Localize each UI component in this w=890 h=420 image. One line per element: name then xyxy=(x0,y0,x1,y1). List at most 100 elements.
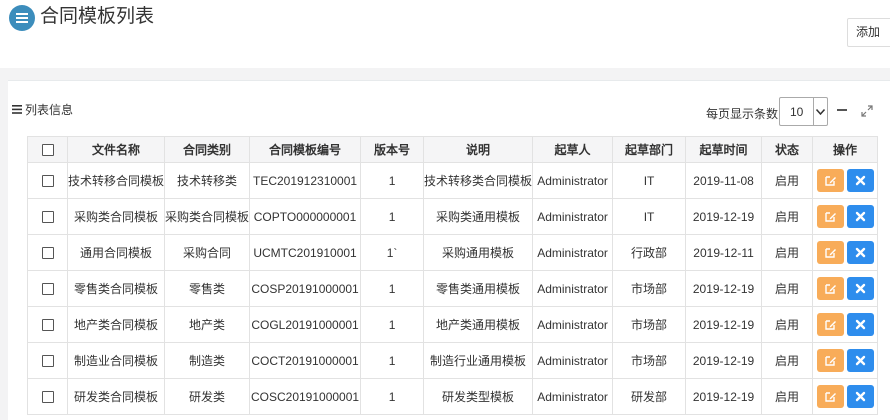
cell-drafter: Administrator xyxy=(532,270,614,307)
cell-description: 制造行业通用模板 xyxy=(423,342,534,379)
edit-icon xyxy=(824,284,836,294)
page-title: 合同模板列表 xyxy=(40,6,155,27)
column-header[interactable]: 起草时间 xyxy=(685,136,763,163)
cell-version: 1 xyxy=(360,198,425,235)
row-checkbox[interactable] xyxy=(41,355,54,368)
column-header[interactable]: 文件名称 xyxy=(66,136,166,163)
cell-department: 行政部 xyxy=(612,234,687,271)
cell-draft-date: 2019-12-19 xyxy=(685,342,763,379)
cell-contract-type: 制造类 xyxy=(164,342,251,379)
column-header[interactable]: 起草部门 xyxy=(612,136,687,163)
edit-button[interactable] xyxy=(816,277,844,300)
cell-status: 启用 xyxy=(761,162,814,199)
cell-version: 1` xyxy=(360,234,425,271)
chevron-down-icon xyxy=(813,98,827,125)
close-icon xyxy=(855,355,865,366)
row-select-cell xyxy=(27,270,68,307)
cell-template-code: COSC20191000001 xyxy=(249,378,362,415)
column-header[interactable]: 状态 xyxy=(761,136,814,163)
row-select-cell xyxy=(27,162,68,199)
edit-button[interactable] xyxy=(816,385,844,408)
page-size-label: 每页显示条数: xyxy=(706,107,782,121)
cell-contract-type: 采购合同 xyxy=(164,234,251,271)
cell-status: 启用 xyxy=(761,270,814,307)
cell-template-code: TEC201912310001 xyxy=(249,162,362,199)
delete-button[interactable] xyxy=(846,385,874,408)
cell-drafter: Administrator xyxy=(532,378,614,415)
delete-button[interactable] xyxy=(846,349,874,372)
cell-department: 市场部 xyxy=(612,306,687,343)
delete-button[interactable] xyxy=(846,241,874,264)
cell-file-name: 制造业合同模板 xyxy=(66,342,166,379)
column-header[interactable]: 版本号 xyxy=(360,136,425,163)
close-icon xyxy=(855,283,865,294)
row-checkbox[interactable] xyxy=(41,283,54,296)
row-select-cell xyxy=(27,342,68,379)
cell-drafter: Administrator xyxy=(532,234,614,271)
cell-draft-date: 2019-12-19 xyxy=(685,270,763,307)
delete-button[interactable] xyxy=(846,277,874,300)
column-header[interactable]: 合同类别 xyxy=(164,136,251,163)
cell-version: 1 xyxy=(360,162,425,199)
page-header: 合同模板列表 添加 xyxy=(0,0,890,68)
edit-icon xyxy=(824,176,836,186)
cell-draft-date: 2019-12-19 xyxy=(685,198,763,235)
cell-file-name: 通用合同模板 xyxy=(66,234,166,271)
cell-status: 启用 xyxy=(761,234,814,271)
row-checkbox[interactable] xyxy=(41,175,54,188)
page-size-value: 10 xyxy=(790,104,804,119)
cell-status: 启用 xyxy=(761,378,814,415)
edit-button[interactable] xyxy=(816,169,844,192)
expand-icon[interactable] xyxy=(861,105,873,117)
cell-file-name: 技术转移合同模板 xyxy=(66,162,166,199)
table-row: 地产类合同模板 地产类 COGL20191000001 1 地产类通用模板 Ad… xyxy=(27,306,879,343)
edit-button[interactable] xyxy=(816,349,844,372)
panel-title-label: 列表信息 xyxy=(25,103,74,117)
delete-button[interactable] xyxy=(846,169,874,192)
cell-contract-type: 零售类 xyxy=(164,270,251,307)
cell-contract-type: 研发类 xyxy=(164,378,251,415)
column-header[interactable]: 合同模板编号 xyxy=(249,136,362,163)
cell-version: 1 xyxy=(360,270,425,307)
row-select-cell xyxy=(27,378,68,415)
cell-draft-date: 2019-12-19 xyxy=(685,306,763,343)
table-row: 技术转移合同模板 技术转移类 TEC201912310001 1 技术转移类合同… xyxy=(27,162,879,199)
list-panel: 列表信息 每页显示条数: 10 文件名称 合同类别 合同模板编号 版本号 说明 … xyxy=(8,80,890,420)
cell-actions xyxy=(812,270,879,307)
close-icon xyxy=(855,211,865,222)
cell-contract-type: 采购类合同模板 xyxy=(164,198,251,235)
cell-description: 技术转移类合同模板 xyxy=(423,162,534,199)
row-checkbox[interactable] xyxy=(41,211,54,224)
cell-drafter: Administrator xyxy=(532,306,614,343)
page-size-select[interactable]: 10 xyxy=(779,97,828,126)
cell-file-name: 采购类合同模板 xyxy=(66,198,166,235)
edit-icon xyxy=(824,356,836,366)
minimize-icon[interactable] xyxy=(837,109,847,111)
column-header[interactable]: 起草人 xyxy=(532,136,614,163)
cell-contract-type: 技术转移类 xyxy=(164,162,251,199)
add-button[interactable]: 添加 xyxy=(847,18,890,47)
cell-drafter: Administrator xyxy=(532,198,614,235)
row-select-cell xyxy=(27,198,68,235)
cell-actions xyxy=(812,342,879,379)
column-header[interactable]: 说明 xyxy=(423,136,534,163)
delete-button[interactable] xyxy=(846,313,874,336)
cell-file-name: 零售类合同模板 xyxy=(66,270,166,307)
cell-template-code: COGL20191000001 xyxy=(249,306,362,343)
edit-button[interactable] xyxy=(816,313,844,336)
edit-icon xyxy=(824,248,836,258)
cell-actions xyxy=(812,378,879,415)
table-row: 零售类合同模板 零售类 COSP20191000001 1 零售类通用模板 Ad… xyxy=(27,270,879,307)
cell-file-name: 地产类合同模板 xyxy=(66,306,166,343)
row-checkbox[interactable] xyxy=(41,247,54,260)
row-checkbox[interactable] xyxy=(41,319,54,332)
template-table: 文件名称 合同类别 合同模板编号 版本号 说明 起草人 起草部门 起草时间 状态… xyxy=(27,136,879,415)
select-all-checkbox[interactable] xyxy=(41,144,54,157)
cell-description: 研发类型模板 xyxy=(423,378,534,415)
cell-file-name: 研发类合同模板 xyxy=(66,378,166,415)
edit-button[interactable] xyxy=(816,205,844,228)
delete-button[interactable] xyxy=(846,205,874,228)
cell-template-code: UCMTC201910001 xyxy=(249,234,362,271)
edit-button[interactable] xyxy=(816,241,844,264)
row-checkbox[interactable] xyxy=(41,391,54,404)
